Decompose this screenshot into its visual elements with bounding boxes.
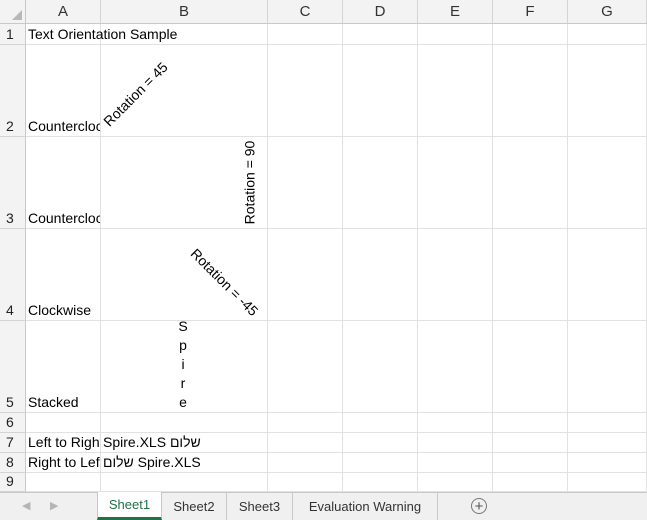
- cell-a6[interactable]: [26, 413, 101, 433]
- cell[interactable]: [418, 473, 493, 492]
- cell[interactable]: [268, 453, 343, 473]
- cell-b5-stacked-letter: p: [179, 337, 187, 353]
- cell[interactable]: [568, 321, 647, 413]
- cell[interactable]: [343, 137, 418, 229]
- row-header-6[interactable]: 6: [0, 413, 26, 433]
- cell-a8-text: Right to Left: [28, 454, 100, 470]
- cell[interactable]: [568, 453, 647, 473]
- sheet-tab-bar: ◀ ▶ Sheet1 Sheet2 Sheet3 Evaluation Warn…: [0, 492, 647, 520]
- cell[interactable]: [343, 433, 418, 453]
- cell[interactable]: [268, 433, 343, 453]
- cell-a3-text: Counterclockwise: [28, 210, 100, 226]
- cell-a4-text: Clockwise: [28, 302, 92, 318]
- cell[interactable]: [568, 45, 647, 137]
- cell[interactable]: [568, 24, 647, 45]
- row-header-4[interactable]: 4: [0, 229, 26, 321]
- cell-a2-text: Counterclockwise: [28, 118, 100, 134]
- row-header-8[interactable]: 8: [0, 453, 26, 473]
- cell[interactable]: [493, 473, 568, 492]
- cell-a9[interactable]: [26, 473, 101, 492]
- row-header-5[interactable]: 5: [0, 321, 26, 413]
- row-header-7[interactable]: 7: [0, 433, 26, 453]
- cell[interactable]: [493, 413, 568, 433]
- cell-b8-text: שלום Spire.XLS: [103, 454, 201, 470]
- cell[interactable]: [343, 321, 418, 413]
- cell[interactable]: [568, 433, 647, 453]
- cell[interactable]: [418, 321, 493, 413]
- cell-a7-text: Left to Right: [28, 434, 100, 450]
- row-header-1[interactable]: 1: [0, 24, 26, 45]
- cell-b5-stacked-letter: i: [181, 356, 185, 372]
- column-header-b[interactable]: B: [101, 0, 268, 24]
- cell-b5-stacked-letter: e: [179, 394, 187, 410]
- cell[interactable]: [268, 473, 343, 492]
- cell[interactable]: [418, 137, 493, 229]
- cell-b3-rotated-text: Rotation = 90: [241, 140, 258, 225]
- tab-evaluation-warning[interactable]: Evaluation Warning: [293, 493, 438, 520]
- tab-sheet3[interactable]: Sheet3: [227, 493, 293, 520]
- column-header-c[interactable]: C: [268, 0, 343, 24]
- cell[interactable]: [343, 229, 418, 321]
- spreadsheet-grid[interactable]: A B C D E F G 1 2 3 4 5 6 7 8 9 Text Ori…: [0, 0, 647, 492]
- cell[interactable]: [493, 45, 568, 137]
- tab-sheet1[interactable]: Sheet1: [97, 492, 162, 520]
- cell-b9[interactable]: [101, 473, 268, 492]
- cell[interactable]: [568, 137, 647, 229]
- tab-sheet2[interactable]: Sheet2: [162, 493, 227, 520]
- cell-a1-text: Text Orientation Sample: [28, 26, 178, 42]
- cell-b5-stacked-letter: S: [178, 318, 188, 334]
- cell-a5-text: Stacked: [28, 394, 79, 410]
- cell[interactable]: [343, 453, 418, 473]
- cell[interactable]: [418, 24, 493, 45]
- row-header-3[interactable]: 3: [0, 137, 26, 229]
- cell-b5-stacked-letter: r: [180, 375, 186, 391]
- cell[interactable]: [493, 433, 568, 453]
- cell[interactable]: [268, 24, 343, 45]
- cell[interactable]: [268, 413, 343, 433]
- cell[interactable]: [343, 413, 418, 433]
- cell[interactable]: [493, 229, 568, 321]
- select-all-triangle-icon: [12, 10, 22, 20]
- cell[interactable]: [568, 413, 647, 433]
- cell[interactable]: [493, 137, 568, 229]
- triangle-left-icon[interactable]: ◀: [22, 499, 30, 512]
- cell[interactable]: [493, 321, 568, 413]
- column-header-a[interactable]: A: [26, 0, 101, 24]
- cell[interactable]: [493, 453, 568, 473]
- column-header-e[interactable]: E: [418, 0, 493, 24]
- cell[interactable]: [268, 137, 343, 229]
- triangle-right-icon[interactable]: ▶: [50, 499, 58, 512]
- cell[interactable]: [568, 229, 647, 321]
- row-header-2[interactable]: 2: [0, 45, 26, 137]
- cell[interactable]: [418, 433, 493, 453]
- column-header-d[interactable]: D: [343, 0, 418, 24]
- cell[interactable]: [493, 24, 568, 45]
- cell[interactable]: [418, 45, 493, 137]
- cell[interactable]: [268, 45, 343, 137]
- cell[interactable]: [343, 473, 418, 492]
- cell[interactable]: [268, 321, 343, 413]
- row-header-9[interactable]: 9: [0, 473, 26, 492]
- cell[interactable]: [343, 24, 418, 45]
- cell[interactable]: [418, 229, 493, 321]
- select-all-corner[interactable]: [0, 0, 26, 24]
- column-header-f[interactable]: F: [493, 0, 568, 24]
- cell[interactable]: [268, 229, 343, 321]
- column-header-g[interactable]: G: [568, 0, 647, 24]
- cell[interactable]: [568, 473, 647, 492]
- cell-b6[interactable]: [101, 413, 268, 433]
- plus-circle-icon[interactable]: +: [471, 498, 487, 514]
- cell[interactable]: [418, 413, 493, 433]
- cell[interactable]: [343, 45, 418, 137]
- cell[interactable]: [418, 453, 493, 473]
- cell-b7-text: Spire.XLS שלום: [103, 434, 201, 450]
